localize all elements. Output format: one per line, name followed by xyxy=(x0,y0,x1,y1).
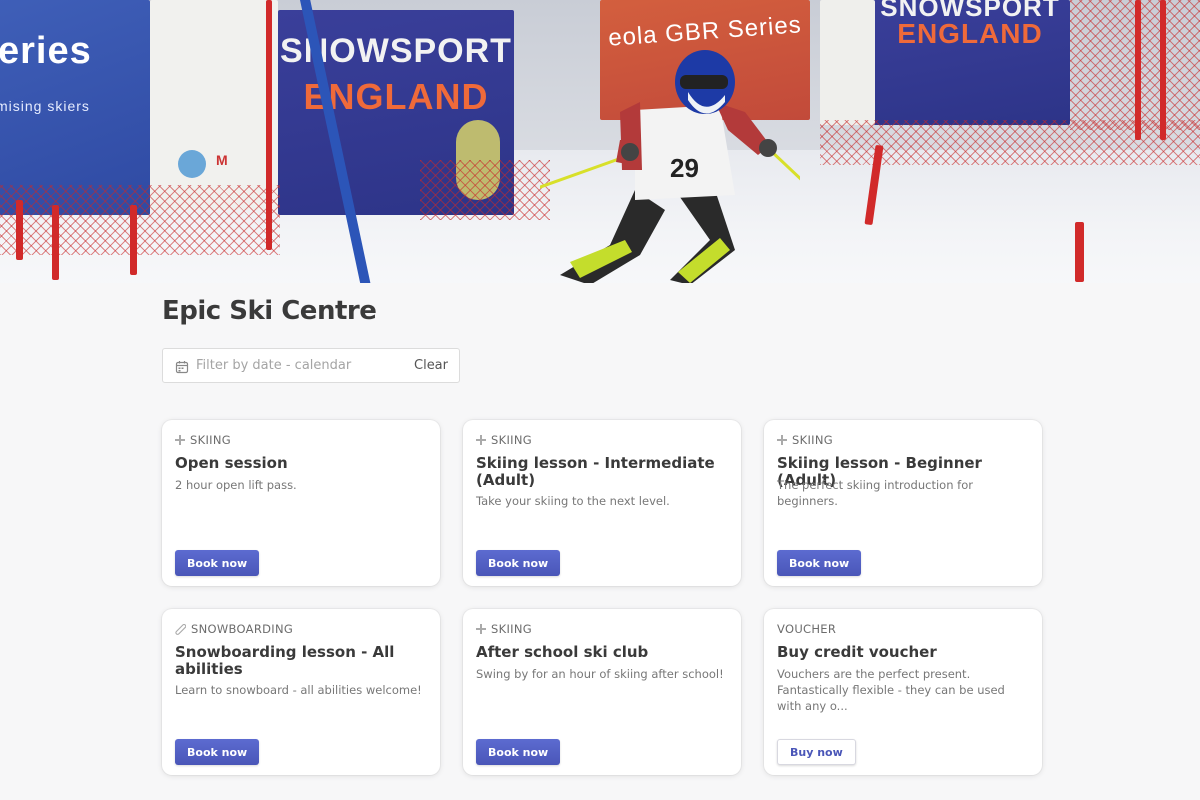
book-now-button[interactable]: Book now xyxy=(175,739,260,765)
card-category: SNOWBOARDING xyxy=(175,622,293,636)
hero-image: eries mising skiers M SNOWSPORT ENGLAND … xyxy=(0,0,1200,283)
book-now-button[interactable]: Book now xyxy=(777,550,862,576)
card-title: Snowboarding lesson - All abilities xyxy=(175,643,395,678)
banner-far-right-subtitle: ENGLAND xyxy=(897,18,1043,49)
card-description: 2 hour open lift pass. xyxy=(175,478,297,492)
activity-card-open-session: SKIING Open session 2 hour open lift pas… xyxy=(162,420,440,586)
card-description: The perfect skiing introduction for begi… xyxy=(777,478,973,508)
card-description: Take your skiing to the next level. xyxy=(476,494,670,508)
activity-card-voucher: VOUCHER Buy credit voucher Vouchers are … xyxy=(764,609,1042,775)
page-title: Epic Ski Centre xyxy=(162,296,377,326)
card-title: Skiing lesson - Intermediate (Adult) xyxy=(476,454,715,489)
card-category: SKIING xyxy=(777,433,833,447)
activity-card-snowboarding: SNOWBOARDING Snowboarding lesson - All a… xyxy=(162,609,440,775)
buy-now-button[interactable]: Buy now xyxy=(777,739,856,765)
banner-left-text: eries xyxy=(0,30,92,72)
card-category-label: SNOWBOARDING xyxy=(191,622,294,636)
book-now-button[interactable]: Book now xyxy=(476,550,561,576)
date-filter-input[interactable] xyxy=(196,350,396,381)
card-title: Buy credit voucher xyxy=(777,643,937,661)
activity-card-skiing-intermediate: SKIING Skiing lesson - Intermediate (Adu… xyxy=(463,420,741,586)
date-filter[interactable]: Clear xyxy=(162,348,460,383)
ski-cross-icon xyxy=(777,435,787,445)
card-category-label: VOUCHER xyxy=(777,622,837,636)
banner-far-right: SNOWSPORT ENGLAND xyxy=(870,0,1070,125)
banner-left: eries mising skiers xyxy=(0,0,150,215)
card-description: Vouchers are the perfect present. Fantas… xyxy=(777,667,1005,713)
card-description: Swing by for an hour of skiing after sch… xyxy=(476,667,724,681)
card-category: SKIING xyxy=(476,622,532,636)
ski-cross-icon xyxy=(476,435,486,445)
card-title: Open session xyxy=(175,454,288,472)
book-now-button[interactable]: Book now xyxy=(175,550,260,576)
card-category: SKIING xyxy=(175,433,231,447)
book-now-button[interactable]: Book now xyxy=(476,739,561,765)
clear-filter-button[interactable]: Clear xyxy=(414,358,448,373)
card-category: SKIING xyxy=(476,433,532,447)
card-title: After school ski club xyxy=(476,643,649,661)
calendar-icon xyxy=(175,359,189,373)
card-category-label: SKIING xyxy=(491,622,532,636)
banner-left-subtext: mising skiers xyxy=(0,98,90,114)
bib-number: 29 xyxy=(670,153,699,183)
activity-card-skiing-beginner: SKIING Skiing lesson - Beginner (Adult) … xyxy=(764,420,1042,586)
activity-card-after-school: SKIING After school ski club Swing by fo… xyxy=(463,609,741,775)
card-category-label: SKIING xyxy=(190,433,231,447)
ski-cross-icon xyxy=(476,624,486,634)
banner-mid-subtitle: ENGLAND xyxy=(303,76,489,117)
card-category-label: SKIING xyxy=(792,433,833,447)
card-description: Learn to snowboard - all abilities welco… xyxy=(175,683,422,697)
snowboard-icon xyxy=(175,623,186,635)
card-category: VOUCHER xyxy=(777,622,836,636)
banner-sponsor: M xyxy=(150,0,278,210)
card-category-label: SKIING xyxy=(491,433,532,447)
skier-image: 29 xyxy=(540,50,800,283)
ski-cross-icon xyxy=(175,435,185,445)
